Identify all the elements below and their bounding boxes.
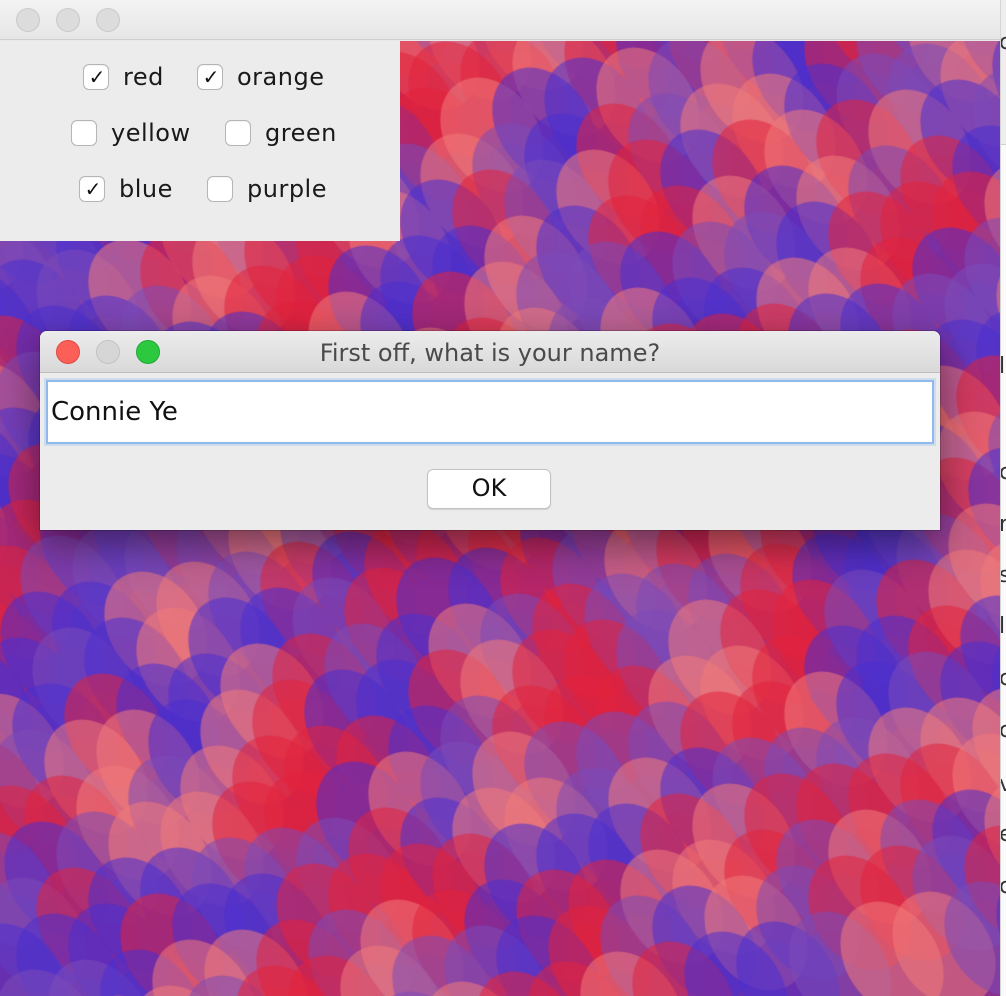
edge-glyph: l [1001,354,1006,376]
edge-glyph: c [1001,666,1006,688]
option-blue[interactable]: ✓ blue [79,175,173,203]
edge-glyph: l [1001,614,1006,636]
option-green[interactable]: green [225,119,337,147]
ok-button[interactable]: OK [427,469,551,509]
edge-glyph: c [1001,30,1006,52]
checkbox-purple[interactable] [207,176,233,202]
edge-glyph: v [1001,772,1006,794]
edge-glyph: e [1001,822,1006,844]
checkbox-blue[interactable]: ✓ [79,176,105,202]
option-purple[interactable]: purple [207,175,327,203]
main-close-button[interactable] [16,8,40,32]
checkmark-icon [226,120,252,146]
main-maximize-button[interactable] [96,8,120,32]
edge-glyph: s [1001,563,1006,585]
edge-glyph: c [1001,874,1006,896]
option-red[interactable]: ✓ red [83,63,164,91]
label-red: red [123,63,164,91]
checkbox-orange[interactable]: ✓ [197,64,223,90]
option-orange[interactable]: ✓ orange [197,63,324,91]
checkmark-icon: ✓ [84,177,102,201]
label-green: green [265,119,337,147]
name-dialog: First off, what is your name? OK [40,331,940,530]
checkbox-yellow[interactable] [71,120,97,146]
main-minimize-button[interactable] [56,8,80,32]
checkmark-icon: ✓ [88,65,106,89]
edge-glyph: c [1001,460,1006,482]
checkmark-icon [72,120,98,146]
option-yellow[interactable]: yellow [71,119,191,147]
checkmark-icon [208,176,234,202]
name-input[interactable] [46,380,934,444]
background-window-titlebar [1001,0,1006,145]
background-window-edge: c l c r s l c c v e c [1000,0,1006,996]
edge-glyph: c [1001,718,1006,740]
checkmark-icon: ✓ [202,65,220,89]
label-blue: blue [119,175,173,203]
dialog-titlebar[interactable]: First off, what is your name? [40,331,940,373]
color-options-panel: ✓ red ✓ orange yellow green ✓ blue purpl… [0,41,400,241]
label-yellow: yellow [111,119,191,147]
label-orange: orange [237,63,325,91]
label-purple: purple [247,175,327,203]
edge-glyph: r [1001,512,1006,534]
checkbox-green[interactable] [225,120,251,146]
main-window-titlebar[interactable] [0,0,1000,40]
checkbox-red[interactable]: ✓ [83,64,109,90]
dialog-title: First off, what is your name? [319,339,661,367]
